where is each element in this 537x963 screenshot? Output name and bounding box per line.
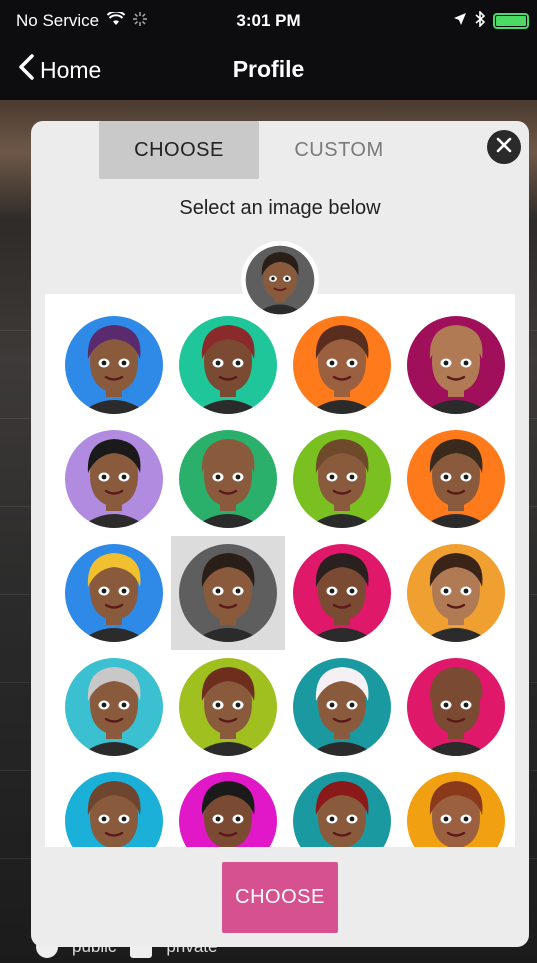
avatar-bald-glasses[interactable] [171, 422, 285, 536]
selected-avatar-preview [241, 241, 319, 319]
avatar-blonde-flowers-image [65, 544, 163, 642]
avatar-crown-orange-image [407, 772, 505, 847]
avatar-crown-orange[interactable] [399, 764, 513, 847]
avatar-headphones-pink-image [407, 658, 505, 756]
avatar-bob-orange[interactable] [285, 308, 399, 422]
status-bar-left: No Service [16, 10, 148, 31]
avatar-sunhat-teal-image [293, 658, 391, 756]
avatar-grid-scroll[interactable] [45, 294, 515, 847]
battery-icon [493, 13, 529, 29]
bluetooth-icon [475, 9, 486, 32]
avatar-bald-magenta[interactable] [399, 308, 513, 422]
picker-tabs: CHOOSE CUSTOM [99, 121, 419, 179]
nav-bar: Home Profile [0, 42, 537, 100]
avatar-blonde-flowers[interactable] [57, 536, 171, 650]
page-title: Profile [232, 56, 305, 82]
wifi-icon [106, 10, 126, 31]
avatar-gray-hair-cyan[interactable] [57, 650, 171, 764]
avatar-cyan-boy[interactable] [57, 764, 171, 847]
loading-spinner-icon [133, 11, 148, 31]
close-icon [496, 137, 512, 158]
avatar-short-hair-gray-image [179, 544, 277, 642]
avatar-red-hair-green-image [179, 316, 277, 414]
avatar-purple-hair-headset[interactable] [57, 308, 171, 422]
avatar-purple-hair-headset-image [65, 316, 163, 414]
avatar-headphones-pink[interactable] [399, 650, 513, 764]
tab-custom[interactable]: CUSTOM [259, 121, 419, 179]
avatar-floral-orange-image [407, 430, 505, 528]
avatar-gray-hair-cyan-image [65, 658, 163, 756]
selected-avatar-image [245, 245, 315, 315]
avatar-tophat-teal-image [293, 772, 391, 847]
avatar-tophat-teal[interactable] [285, 764, 399, 847]
avatar-hat-singer[interactable] [57, 422, 171, 536]
avatar-flower-crown[interactable] [285, 422, 399, 536]
instructions-text: Select an image below [179, 197, 381, 219]
avatar-grin-magenta-image [179, 772, 277, 847]
choose-button[interactable]: CHOOSE [222, 862, 338, 933]
avatar-smile-orange[interactable] [399, 536, 513, 650]
avatar-beard-magenta[interactable] [285, 536, 399, 650]
carrier-label: No Service [16, 11, 100, 30]
tab-choose[interactable]: CHOOSE [99, 121, 259, 179]
location-arrow-icon [453, 11, 467, 31]
avatar-sunhat-teal[interactable] [285, 650, 399, 764]
avatar-bald-glasses-image [179, 430, 277, 528]
avatar-cyan-boy-image [65, 772, 163, 847]
status-bar-right [453, 9, 529, 32]
avatar-short-hair-gray[interactable] [171, 536, 285, 650]
avatar-floral-orange[interactable] [399, 422, 513, 536]
avatar-bob-orange-image [293, 316, 391, 414]
avatar-hat-singer-image [65, 430, 163, 528]
avatar-beard-magenta-image [293, 544, 391, 642]
screen: No Service 3:01 PM Home Profile CHOOSE C… [0, 0, 537, 963]
avatar-curly-lime-image [179, 658, 277, 756]
avatar-curly-lime[interactable] [171, 650, 285, 764]
avatar-smile-orange-image [407, 544, 505, 642]
close-button[interactable] [487, 130, 521, 164]
avatar-bald-magenta-image [407, 316, 505, 414]
avatar-picker-sheet: CHOOSE CUSTOM Select an image below CHOO… [31, 121, 529, 947]
avatar-red-hair-green[interactable] [171, 308, 285, 422]
status-bar: No Service 3:01 PM [0, 0, 537, 42]
avatar-flower-crown-image [293, 430, 391, 528]
avatar-grin-magenta[interactable] [171, 764, 285, 847]
